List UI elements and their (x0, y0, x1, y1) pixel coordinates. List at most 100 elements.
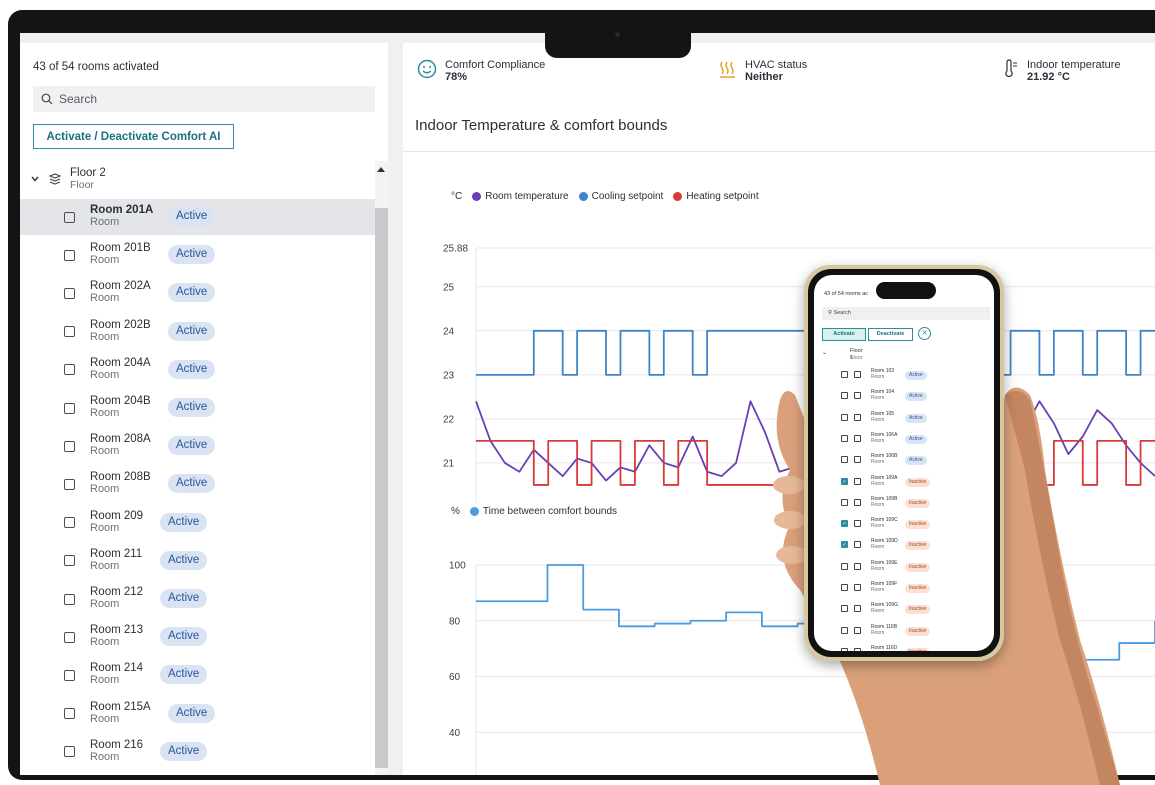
phone-room-select-box[interactable] (854, 498, 861, 506)
phone-status-badge: Inactive (905, 477, 931, 487)
room-checkbox[interactable] (64, 440, 75, 452)
room-row[interactable]: Room 208B Room Active (20, 466, 375, 502)
phone-room-row[interactable]: ✓ Room 109D Room Inactive (814, 535, 994, 556)
room-row[interactable]: Room 204A Room Active (20, 352, 375, 388)
phone-chevron-icon[interactable]: ⌄ (822, 350, 827, 357)
status-badge: Active (168, 703, 216, 723)
phone-room-checkbox[interactable] (841, 584, 848, 591)
phone-room-checkbox[interactable] (841, 434, 848, 442)
activate-deactivate-button[interactable]: Activate / Deactivate Comfort AI (33, 124, 234, 149)
room-row[interactable]: Room 213 Room Active (20, 619, 375, 655)
rooms-activated-count: 43 of 54 rooms activated (33, 61, 159, 73)
phone-search-input[interactable]: ⚲ Search (822, 307, 990, 320)
scroll-up-arrow-icon[interactable] (377, 167, 385, 172)
phone-status-badge: Active (905, 371, 927, 380)
room-row[interactable]: Room 202A Room Active (20, 275, 375, 311)
search-placeholder: Search (59, 92, 98, 106)
phone-room-checkbox[interactable] (841, 413, 848, 421)
room-row[interactable]: Room 212 Room Active (20, 581, 375, 617)
room-checkbox[interactable] (64, 746, 75, 758)
phone-room-row[interactable]: Room 104 Room Active (814, 386, 994, 407)
phone-room-select-box[interactable] (854, 520, 861, 528)
room-checkbox[interactable] (64, 364, 75, 376)
room-type: Room (90, 292, 120, 305)
phone-room-checkbox[interactable] (841, 647, 848, 651)
phone-room-select-box[interactable] (854, 562, 861, 570)
room-row[interactable]: Room 201A Room Active (20, 199, 375, 235)
room-row[interactable]: Room 202B Room Active (20, 314, 375, 350)
room-row[interactable]: Room 208A Room Active (20, 428, 375, 464)
room-checkbox[interactable] (64, 211, 75, 223)
phone-room-row[interactable]: Room 116DRoomInactive (814, 642, 994, 651)
phone-room-select-box[interactable] (854, 584, 861, 591)
phone-activate-button[interactable]: Activate (822, 328, 866, 341)
phone-deactivate-button[interactable]: Deactivate (868, 328, 913, 341)
status-badge: Active (168, 474, 216, 494)
phone-room-type: Room (871, 587, 885, 593)
phone-room-row[interactable]: Room 109F Room Inactive (814, 578, 994, 599)
phone-room-checkbox[interactable] (841, 498, 848, 506)
floor-stack-icon (48, 173, 62, 185)
phone-room-checkbox[interactable] (841, 371, 848, 378)
room-row[interactable]: Room 215A Room Active (20, 696, 375, 732)
phone-room-select-box[interactable] (854, 647, 861, 651)
phone-room-select-box[interactable] (854, 392, 861, 400)
room-checkbox[interactable] (64, 287, 75, 299)
phone-room-checkbox[interactable]: ✓ (841, 520, 848, 528)
phone-room-row[interactable]: Room 103 Room Active (814, 365, 994, 386)
phone-room-select-box[interactable] (854, 605, 861, 613)
room-checkbox[interactable] (64, 517, 75, 529)
phone-room-row[interactable]: Room 116B Room Inactive (814, 621, 994, 642)
phone-room-type: Room (871, 437, 885, 444)
phone-room-checkbox[interactable] (841, 605, 848, 613)
phone-room-checkbox[interactable]: ✓ (841, 477, 848, 485)
room-checkbox[interactable] (64, 555, 75, 567)
room-checkbox[interactable] (64, 402, 75, 414)
phone-room-checkbox[interactable] (841, 392, 848, 400)
phone-room-select-box[interactable] (854, 456, 861, 464)
room-name: Room 212 (90, 586, 144, 598)
chevron-down-icon[interactable] (30, 174, 40, 184)
room-checkbox[interactable] (64, 326, 75, 338)
floor-node[interactable]: Floor 2 Floor (20, 161, 375, 197)
phone-room-select-box[interactable] (854, 434, 861, 442)
room-type: Room (90, 368, 120, 381)
room-row[interactable]: Room 211 Room Active (20, 543, 375, 579)
room-checkbox[interactable] (64, 631, 75, 643)
phone-room-row[interactable]: Room 109B Room Inactive (814, 493, 994, 514)
phone-room-select-box[interactable] (854, 626, 861, 634)
phone-close-icon[interactable]: ✕ (918, 327, 931, 340)
room-type: Room (90, 674, 120, 687)
phone-room-checkbox[interactable] (841, 562, 848, 570)
room-row[interactable]: Room 216 Room Active (20, 734, 375, 770)
y-tick-label: 25 (443, 282, 455, 293)
room-row[interactable]: Room 201B Room Active (20, 237, 375, 273)
phone-room-checkbox[interactable] (841, 456, 848, 464)
phone-room-row[interactable]: ✓ Room 109C Room Inactive (814, 514, 994, 535)
search-input[interactable]: Search (33, 86, 375, 112)
kpi-indoor-value: 21.92 °C (1027, 71, 1070, 83)
room-checkbox[interactable] (64, 478, 75, 490)
phone-room-row[interactable]: Room 109E Room Inactive (814, 557, 994, 578)
phone-room-select-box[interactable] (854, 413, 861, 421)
room-checkbox[interactable] (64, 593, 75, 605)
phone-room-checkbox[interactable]: ✓ (841, 541, 848, 549)
phone-room-row[interactable]: ✓ Room 109A Room Inactive (814, 472, 994, 493)
room-checkbox[interactable] (64, 708, 75, 720)
room-row[interactable]: Room 204B Room Active (20, 390, 375, 426)
room-row[interactable]: Room 214 Room Active (20, 657, 375, 693)
scrollbar-thumb[interactable] (375, 208, 388, 768)
room-checkbox[interactable] (64, 249, 75, 261)
phone-room-select-box[interactable] (854, 477, 861, 485)
phone-room-select-box[interactable] (854, 371, 861, 378)
room-checkbox[interactable] (64, 669, 75, 681)
phone-room-row[interactable]: Room 105 Room Active (814, 408, 994, 429)
phone-room-row[interactable]: Room 106B Room Active (814, 450, 994, 471)
phone-room-row[interactable]: Room 109G Room Inactive (814, 599, 994, 620)
phone-status-badge: Inactive (905, 562, 931, 572)
phone-room-row[interactable]: Room 106A Room Active (814, 429, 994, 450)
phone-room-checkbox[interactable] (841, 626, 848, 634)
phone-room-select-box[interactable] (854, 541, 861, 549)
room-row[interactable]: Room 209 Room Active (20, 505, 375, 541)
phone-status-badge: Inactive (905, 498, 931, 508)
